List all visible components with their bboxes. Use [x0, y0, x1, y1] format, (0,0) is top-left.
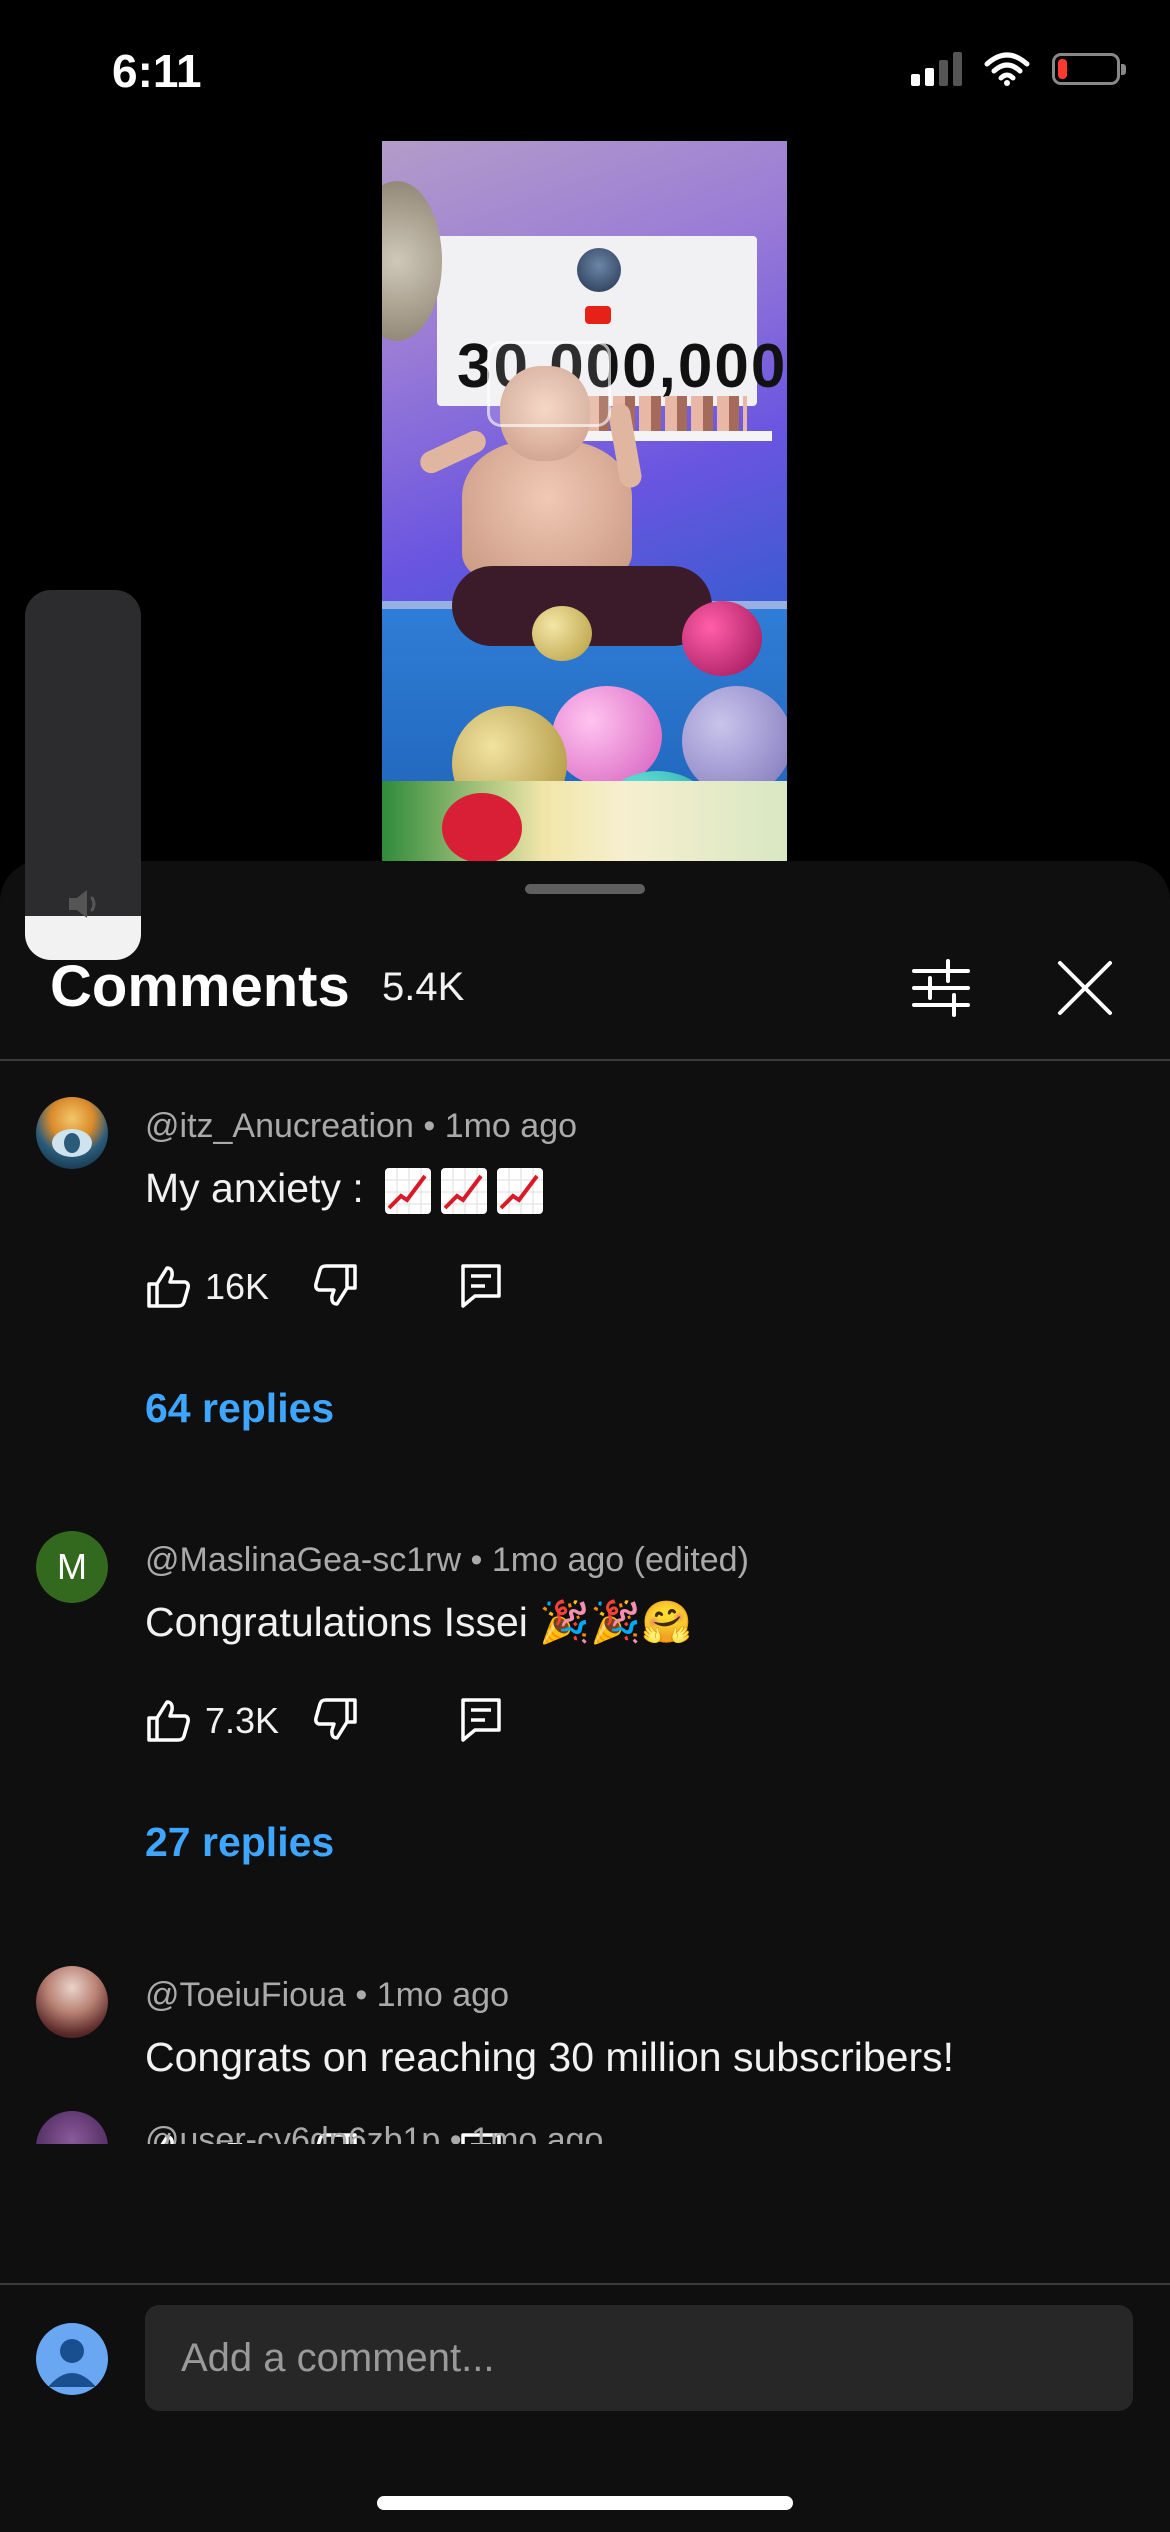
comment-author[interactable]: @ToeiuFioua [145, 1976, 346, 2014]
comment-actions: 16K [145, 1257, 503, 1317]
video-player[interactable]: 30,000,000 [382, 141, 787, 861]
like-count: 7.3K [205, 1700, 280, 1741]
screen: 6:11 30,000,000 Comments 5.4K @itz_Anucr… [0, 0, 1170, 2532]
avatar[interactable] [36, 1097, 108, 1169]
chart-increasing-emoji [441, 1168, 488, 1215]
avatar[interactable] [36, 2111, 108, 2144]
fur-prop [382, 181, 442, 341]
cellular-signal-icon [911, 52, 962, 86]
comment-reply-icon [461, 1697, 501, 1742]
comment-age: 1mo ago [471, 2121, 604, 2144]
dislike-button[interactable] [313, 1262, 359, 1313]
sliders-icon [912, 959, 970, 1017]
balloon [532, 606, 592, 661]
balloon [682, 686, 787, 796]
avatar[interactable] [36, 1966, 108, 2038]
like-button[interactable]: 7.3K [145, 1698, 285, 1744]
comment-meta: @itz_Anucreation • 1mo ago [145, 1107, 577, 1146]
comment-composer [0, 2285, 1170, 2532]
meta-separator: • [470, 1541, 492, 1579]
wifi-icon [984, 52, 1030, 86]
comment-author[interactable]: @MaslinaGea-sc1rw [145, 1541, 461, 1579]
balloon [682, 601, 762, 676]
thumbs-down-icon [314, 1263, 357, 1306]
close-comments-button[interactable] [1050, 953, 1120, 1023]
comment-author[interactable]: @itz_Anucreation [145, 1107, 414, 1145]
comment-meta: @MaslinaGea-sc1rw • 1mo ago (edited) [145, 1541, 749, 1580]
comments-title: Comments [50, 954, 350, 1019]
comments-sheet: Comments 5.4K @itz_Anucreation • 1mo ago… [0, 861, 1170, 2532]
thumbs-up-icon [147, 1700, 190, 1742]
board-avatar [577, 248, 621, 292]
chart-increasing-emoji [385, 1168, 432, 1215]
speaker-icon [69, 890, 96, 918]
view-replies-link[interactable]: 27 replies [145, 1819, 334, 1866]
reply-button[interactable] [459, 1696, 503, 1747]
meta-separator: • [355, 1976, 377, 2014]
current-user-avatar-icon[interactable] [36, 2323, 108, 2395]
beach-sign [382, 781, 787, 861]
shelf [572, 431, 772, 441]
comment-actions: 7.3K [145, 1691, 503, 1751]
comment-text: Congratulations Issei 🎉🎉🤗 [145, 1599, 693, 1645]
thumbs-up-icon [147, 1266, 190, 1308]
comments-count: 5.4K [382, 965, 465, 1009]
add-comment-input[interactable] [145, 2305, 1133, 2411]
reply-button[interactable] [459, 1262, 503, 1313]
clear-helmet [487, 341, 611, 427]
chart-increasing-emoji [497, 1168, 544, 1215]
comments-list[interactable]: @itz_Anucreation • 1mo ago My anxiety : [0, 1061, 1170, 2144]
comment-body: My anxiety : [145, 1165, 364, 1211]
avatar-letter: M [57, 1546, 87, 1587]
dislike-button[interactable] [313, 1696, 359, 1747]
comment-text: Congrats on reaching 30 million subscrib… [145, 2034, 955, 2080]
comment-meta: @ToeiuFioua • 1mo ago [145, 1976, 509, 2015]
meta-separator: • [423, 1107, 445, 1145]
sheet-grabber[interactable] [525, 884, 645, 894]
thumbs-down-icon [314, 1697, 357, 1740]
status-icons [911, 52, 1126, 86]
comment-text: My anxiety : [145, 1165, 544, 1215]
like-count: 16K [205, 1266, 270, 1307]
status-time: 6:11 [112, 45, 202, 97]
avatar[interactable]: M [36, 1531, 108, 1603]
battery-level [1058, 59, 1068, 79]
view-replies-link[interactable]: 64 replies [145, 1385, 334, 1432]
person-body [462, 441, 632, 581]
comment-age: 1mo ago [376, 1976, 509, 2014]
like-button[interactable]: 16K [145, 1264, 285, 1310]
close-icon [1058, 961, 1112, 1015]
home-indicator[interactable] [377, 2496, 793, 2510]
sort-filter-button[interactable] [906, 953, 976, 1023]
youtube-logo-icon [585, 306, 611, 324]
comment-age: 1mo ago [444, 1107, 578, 1145]
comment-meta: @user-cv6dp6zb1p • 1mo ago [145, 2121, 603, 2144]
meta-separator: • [449, 2121, 472, 2144]
comment-age: 1mo ago (edited) [491, 1541, 749, 1579]
comment-reply-icon [461, 1263, 501, 1308]
battery-icon [1052, 53, 1126, 85]
volume-hud[interactable] [25, 590, 141, 960]
comment-author[interactable]: @user-cv6dp6zb1p [145, 2121, 440, 2144]
